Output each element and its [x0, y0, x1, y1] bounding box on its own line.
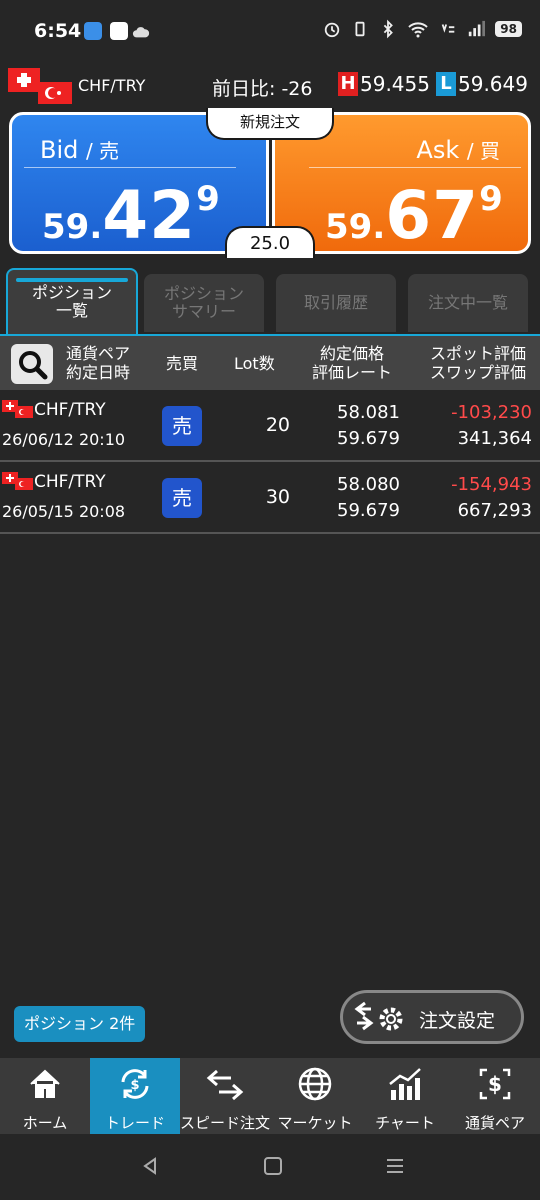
- order-settings-label: 注文設定: [419, 1010, 496, 1032]
- high-tag: H: [338, 72, 358, 96]
- row-exec-price: 58.081: [337, 402, 400, 423]
- nav-market[interactable]: マーケット: [270, 1058, 360, 1134]
- header-side: 売買: [166, 354, 199, 373]
- back-icon[interactable]: [140, 1156, 160, 1176]
- bid-price: 59.429: [42, 177, 220, 254]
- row-eval-rate: 59.679: [337, 500, 400, 521]
- weather-app-icon: [84, 22, 102, 40]
- order-settings-icon: [354, 1001, 403, 1031]
- row-pair: CHF/TRY: [34, 400, 106, 420]
- new-order-button[interactable]: 新規注文: [206, 108, 334, 140]
- row-swap-eval: 341,364: [457, 428, 532, 449]
- row-side-badge: 売: [162, 478, 202, 518]
- positions-count-badge: ポジション 2件: [14, 1006, 146, 1042]
- bluetooth-icon: [384, 19, 394, 39]
- tab-open-orders[interactable]: 注文中一覧: [408, 274, 528, 332]
- nav-home[interactable]: ホーム: [0, 1058, 90, 1134]
- ask-divider: [309, 167, 521, 168]
- search-button[interactable]: [11, 344, 53, 384]
- volte-icon: [442, 24, 455, 33]
- high-value: 59.455: [360, 72, 430, 96]
- row-side-badge: 売: [162, 406, 202, 446]
- pair-name: CHF/TRY: [78, 76, 146, 95]
- globe-icon: [298, 1067, 332, 1101]
- signal-icon: [469, 20, 486, 37]
- currency-pair-icon: $: [479, 1068, 511, 1100]
- header-lot: Lot数: [234, 354, 275, 373]
- row-spot-eval: -103,230: [451, 402, 532, 423]
- header-price-rate: 約定価格 評価レート: [312, 344, 393, 382]
- row-date: 26/06/12 20:10: [2, 430, 126, 449]
- battery-level: 98: [495, 21, 522, 37]
- bid-divider: [24, 167, 236, 168]
- bottom-nav: ホーム $ トレード スピード注文 マーケット チャート $ 通貨ペア: [0, 1058, 540, 1134]
- bid-label: Bid / 売: [40, 136, 120, 164]
- nav-trade[interactable]: $ トレード: [90, 1058, 180, 1134]
- table-row[interactable]: CHF/TRY 26/05/15 20:08 売 30 58.080 59.67…: [0, 462, 540, 534]
- wifi-icon: [408, 22, 428, 38]
- svg-text:$: $: [488, 1072, 502, 1096]
- svg-text:$: $: [130, 1078, 139, 1093]
- chart-icon: [389, 1068, 421, 1100]
- swiss-flag-icon: [8, 68, 40, 92]
- row-spot-eval: -154,943: [451, 474, 532, 495]
- nav-currency-pair[interactable]: $ 通貨ペア: [450, 1058, 540, 1134]
- header-spot-swap: スポット評価 スワップ評価: [430, 344, 527, 382]
- turkish-flag-icon: [15, 406, 33, 418]
- ask-label: Ask / 買: [416, 136, 500, 164]
- rakuten-app-icon: [110, 22, 128, 40]
- header-pair-date: 通貨ペア 約定日時: [66, 344, 131, 382]
- row-pair: CHF/TRY: [34, 472, 106, 492]
- tab-position-list[interactable]: ポジション 一覧: [6, 268, 138, 334]
- alarm-icon: [325, 22, 340, 38]
- low-tag: L: [436, 72, 456, 96]
- table-row[interactable]: CHF/TRY 26/06/12 20:10 売 20 58.081 59.67…: [0, 390, 540, 462]
- turkish-flag-icon: [15, 478, 33, 490]
- nav-speed-order[interactable]: スピード注文: [180, 1058, 270, 1134]
- ask-price: 59.679: [325, 177, 503, 254]
- home-icon: [30, 1069, 60, 1098]
- status-bar: 6:54 98: [0, 0, 540, 62]
- row-exec-price: 58.080: [337, 474, 400, 495]
- nav-chart[interactable]: チャート: [360, 1058, 450, 1134]
- spread-value: 25.0: [225, 226, 315, 258]
- high-price: H 59.455: [338, 72, 430, 96]
- vibrate-icon: [355, 21, 365, 37]
- search-icon: [19, 351, 48, 380]
- status-icons: 98: [323, 19, 522, 39]
- turkish-flag-icon: [38, 82, 72, 104]
- row-swap-eval: 667,293: [457, 500, 532, 521]
- recents-icon[interactable]: [385, 1156, 405, 1176]
- pair-header: CHF/TRY 前日比: -26 H 59.455 L 59.649: [0, 62, 540, 108]
- row-lot: 20: [265, 414, 290, 436]
- speed-order-icon: [206, 1069, 244, 1101]
- row-lot: 30: [265, 486, 290, 508]
- order-settings-button[interactable]: 注文設定: [340, 990, 524, 1044]
- tab-position-summary[interactable]: ポジション サマリー: [144, 274, 264, 332]
- table-header: 通貨ペア 約定日時 売買 Lot数 約定価格 評価レート スポット評価 スワップ…: [0, 336, 540, 390]
- tab-trade-history[interactable]: 取引履歴: [276, 274, 396, 332]
- row-date: 26/05/15 20:08: [2, 502, 126, 521]
- home-square-icon[interactable]: [263, 1156, 283, 1176]
- low-value: 59.649: [458, 72, 528, 96]
- low-price: L 59.649: [436, 72, 528, 96]
- system-nav-bar: [0, 1134, 540, 1200]
- status-time: 6:54: [34, 20, 82, 42]
- prev-day-diff: 前日比: -26: [212, 78, 313, 100]
- position-tabs: ポジション 一覧 ポジション サマリー 取引履歴 注文中一覧: [0, 268, 540, 336]
- trade-icon: $: [121, 1069, 149, 1099]
- cloud-icon: [132, 27, 150, 38]
- row-eval-rate: 59.679: [337, 428, 400, 449]
